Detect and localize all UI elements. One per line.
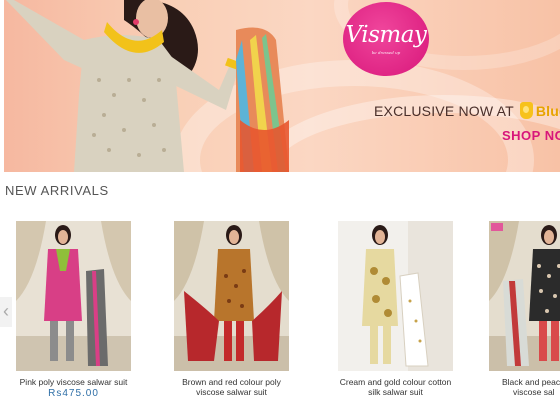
exclusive-text: EXCLUSIVE NOW AT: [374, 102, 514, 119]
product-photo-pink-suit: [16, 221, 131, 371]
product-name-line1[interactable]: Pink poly viscose salwar suit: [16, 377, 131, 387]
banner-model-image: [6, 0, 289, 172]
product-image[interactable]: [338, 221, 453, 371]
product-photo-black-peach-suit: [489, 221, 560, 371]
product-card[interactable]: Brown and red colour poly viscose salwar…: [174, 221, 289, 397]
product-photo-brown-red-suit: [174, 221, 289, 371]
product-photo-cream-gold-suit: [338, 221, 453, 371]
product-name-line2[interactable]: viscose sal: [489, 387, 560, 397]
product-name-line1[interactable]: Brown and red colour poly: [174, 377, 289, 387]
new-arrivals-heading: NEW ARRIVALS: [5, 183, 109, 198]
logo-text: Vismay: [345, 21, 427, 48]
shop-now-link[interactable]: SHOP NO: [502, 128, 560, 143]
product-price: Rs475.00: [48, 388, 99, 399]
partner-brand-name: Blueli: [535, 102, 560, 119]
product-name-line1[interactable]: Black and peac: [489, 377, 560, 387]
hero-banner[interactable]: Vismay be dressed up EXCLUSIVE NOW AT Bl…: [4, 0, 560, 172]
product-image[interactable]: [174, 221, 289, 371]
carousel-prev-arrow-icon[interactable]: ‹: [0, 297, 12, 327]
product-card[interactable]: Black and peac viscose sal: [489, 221, 560, 397]
product-image[interactable]: [489, 221, 560, 371]
product-card[interactable]: Cream and gold colour cotton silk salwar…: [338, 221, 453, 397]
product-name-line2[interactable]: silk salwar suit: [338, 387, 453, 397]
product-card[interactable]: Pink poly viscose salwar suit Rs475.00: [16, 221, 131, 399]
product-carousel: ‹ Pink poly viscose salwar suit Rs475.00…: [0, 210, 560, 400]
vismay-logo[interactable]: Vismay be dressed up: [343, 2, 429, 76]
page: Vismay be dressed up EXCLUSIVE NOW AT Bl…: [0, 0, 560, 400]
exclusive-message: EXCLUSIVE NOW AT Blueli: [374, 102, 560, 119]
partner-logo-icon: [519, 102, 533, 119]
product-name-line1[interactable]: Cream and gold colour cotton: [338, 377, 453, 387]
product-name-line2[interactable]: viscose salwar suit: [174, 387, 289, 397]
logo-tagline: be dressed up: [371, 49, 401, 55]
product-image[interactable]: [16, 221, 131, 371]
